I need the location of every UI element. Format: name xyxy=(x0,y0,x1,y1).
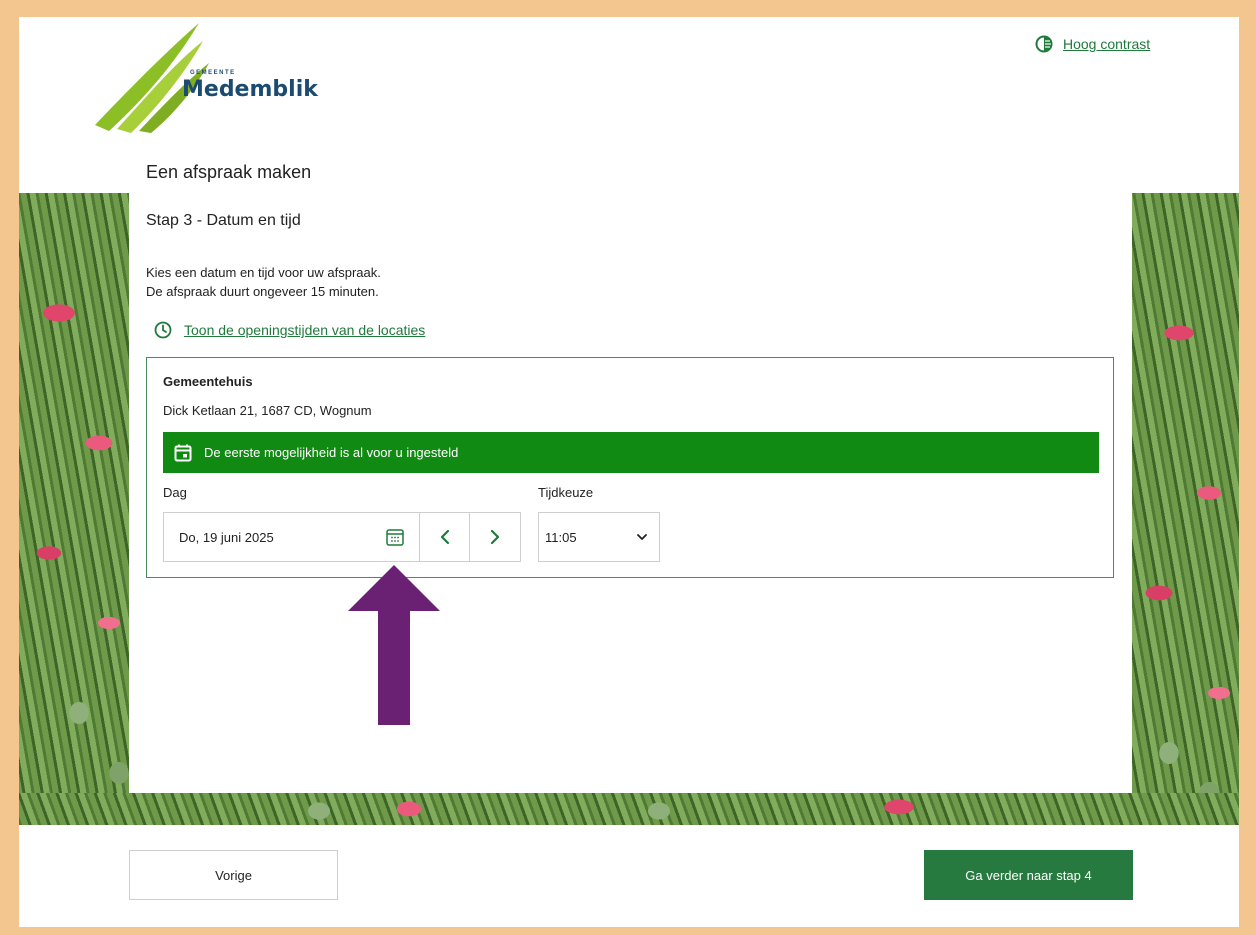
flower-background-bottom xyxy=(19,793,1239,825)
page-frame: GEMEENTE Medemblik Hoog contrast Een afs… xyxy=(19,17,1239,927)
date-picker: Do, 19 juni 2025 xyxy=(163,512,521,562)
step-title: Stap 3 - Datum en tijd xyxy=(146,212,301,229)
location-panel: Gemeentehuis Dick Ketlaan 21, 1687 CD, W… xyxy=(146,357,1114,578)
page-title: Een afspraak maken xyxy=(146,162,312,182)
chevron-down-icon xyxy=(637,534,647,541)
logo-subtitle: GEMEENTE xyxy=(190,70,236,76)
time-value: 11:05 xyxy=(545,529,577,545)
opening-hours-link[interactable]: Toon de openingstijden van de locaties xyxy=(184,322,425,338)
calendar-picker-icon[interactable] xyxy=(385,527,405,547)
contrast-icon xyxy=(1035,35,1053,53)
intro-text: Kies een datum en tijd voor uw afspraak.… xyxy=(146,263,381,301)
calendar-icon xyxy=(174,444,192,461)
intro-line-1: Kies een datum en tijd voor uw afspraak. xyxy=(146,265,381,280)
next-step-button[interactable]: Ga verder naar stap 4 xyxy=(924,850,1133,900)
location-name: Gemeentehuis xyxy=(163,374,253,389)
info-banner-text: De eerste mogelijkheid is al voor u inge… xyxy=(204,445,459,460)
chevron-left-icon xyxy=(440,529,449,545)
opening-hours-link-wrap[interactable]: Toon de openingstijden van de locaties xyxy=(154,321,425,339)
next-day-button[interactable] xyxy=(470,513,520,561)
previous-day-button[interactable] xyxy=(420,513,471,561)
intro-line-2: De afspraak duurt ongeveer 15 minuten. xyxy=(146,284,379,299)
logo-name: Medemblik xyxy=(182,77,318,102)
location-address: Dick Ketlaan 21, 1687 CD, Wognum xyxy=(163,403,372,418)
chevron-right-icon xyxy=(490,529,500,545)
date-value: Do, 19 juni 2025 xyxy=(179,529,274,545)
info-banner: De eerste mogelijkheid is al voor u inge… xyxy=(163,432,1099,473)
date-input[interactable]: Do, 19 juni 2025 xyxy=(164,513,421,561)
clock-icon xyxy=(154,321,172,339)
high-contrast-toggle[interactable]: Hoog contrast xyxy=(1035,35,1150,53)
high-contrast-link[interactable]: Hoog contrast xyxy=(1063,36,1150,52)
time-label: Tijdkeuze xyxy=(538,485,594,500)
annotation-arrow-icon xyxy=(348,565,440,725)
previous-button[interactable]: Vorige xyxy=(129,850,338,900)
time-select[interactable]: 11:05 xyxy=(538,512,660,562)
day-label: Dag xyxy=(163,485,187,500)
